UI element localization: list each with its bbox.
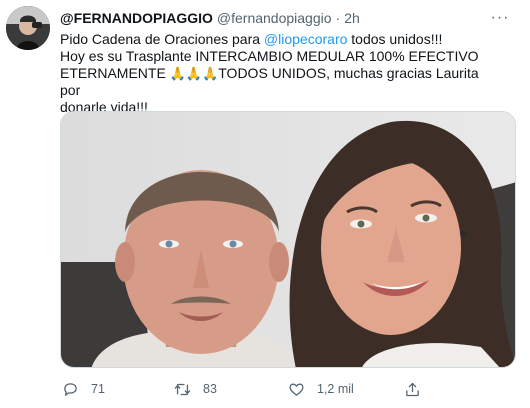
separator-dot: ·	[335, 10, 341, 26]
avatar-image	[6, 6, 50, 50]
timestamp[interactable]: 2h	[344, 10, 360, 26]
retweet-icon	[174, 383, 191, 395]
reply-button[interactable]: 71	[62, 378, 105, 400]
tweet-header: @FERNANDOPIAGGIO @fernandopiaggio · 2h	[60, 9, 360, 27]
text-segment: ETERNAMENTE	[60, 65, 170, 81]
like-button[interactable]: 1,2 mil	[288, 378, 354, 400]
tweet-text-line-2: Hoy es su Trasplante INTERCAMBIO MEDULAR…	[60, 48, 479, 64]
tweet-text-line-3: ETERNAMENTE 🙏🙏🙏TODOS UNIDOS, muchas grac…	[60, 65, 500, 99]
avatar[interactable]	[6, 6, 50, 50]
share-button[interactable]	[404, 378, 433, 400]
reply-count: 71	[91, 382, 105, 396]
like-count: 1,2 mil	[317, 382, 354, 396]
tweet-photo[interactable]	[60, 111, 516, 368]
tweet-text-line-1: Pido Cadena de Oraciones para @liopecora…	[60, 31, 500, 48]
retweet-button[interactable]: 83	[174, 378, 217, 400]
action-bar: 71 83 1,2 mil	[60, 378, 500, 400]
text-segment: todos unidos!!!	[347, 31, 443, 47]
photo-image	[61, 112, 515, 367]
like-icon	[289, 383, 304, 396]
text-segment: Pido Cadena de Oraciones para	[60, 31, 264, 47]
display-name[interactable]: @FERNANDOPIAGGIO	[60, 10, 213, 26]
praying-hands-emoji: 🙏🙏🙏	[169, 66, 219, 81]
tweet[interactable]: @FERNANDOPIAGGIO @fernandopiaggio · 2h ·…	[0, 0, 530, 408]
share-icon	[406, 382, 419, 396]
mention-link[interactable]: @liopecoraro	[264, 31, 347, 47]
tweet-text: Pido Cadena de Oraciones para @liopecora…	[60, 31, 500, 116]
more-icon[interactable]: ···	[488, 8, 512, 28]
user-handle[interactable]: @fernandopiaggio	[217, 10, 332, 26]
reply-icon	[64, 382, 77, 396]
retweet-count: 83	[203, 382, 217, 396]
